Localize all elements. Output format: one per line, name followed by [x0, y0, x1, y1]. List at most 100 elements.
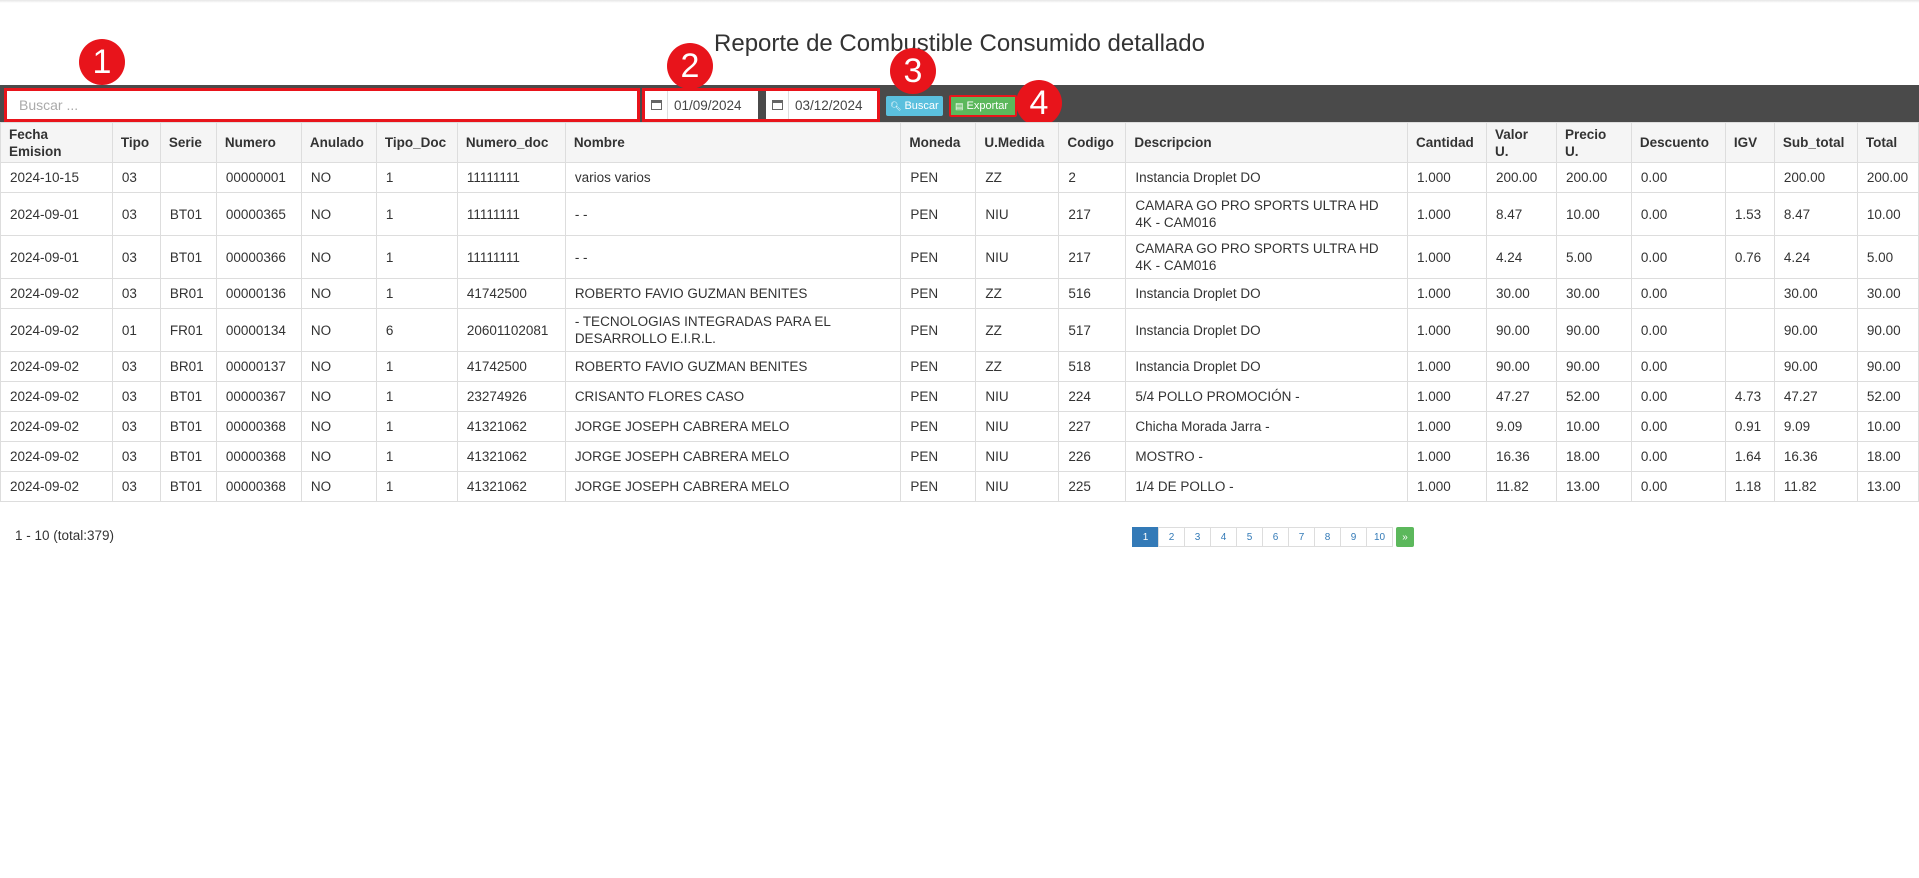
column-header-text: Anulado	[309, 135, 364, 150]
date-to-field[interactable]: 03/12/2024	[766, 91, 877, 119]
table-cell: PEN	[900, 192, 977, 236]
table-cell: PEN	[900, 308, 977, 352]
date-to-value: 03/12/2024	[795, 97, 863, 113]
table-row[interactable]: 2024-09-02 01 FR01 00000134 NO 6 20601102081- …	[0, 308, 1919, 352]
column-header-text: Emision	[9, 143, 62, 159]
table-cell: NO	[300, 441, 377, 472]
export-button[interactable]: ▤ Exportar	[949, 95, 1017, 117]
table-cell: 2024-09-02	[0, 308, 113, 352]
column-header-text: Cantidad	[1416, 135, 1474, 150]
column-header-text: Tipo	[120, 135, 150, 150]
page-link[interactable]: 9	[1340, 527, 1367, 547]
table-cell: NO	[300, 411, 377, 442]
calendar-icon	[645, 91, 668, 119]
table-row[interactable]: 2024-09-01 03 BT01 00000365 NO 1 11111111- - PE…	[0, 192, 1919, 236]
table-cell: 00000367	[215, 381, 302, 412]
table-cell: 47.27	[1773, 381, 1858, 412]
column-header-text: Numero_doc	[465, 135, 549, 150]
column-header-text: Precio	[1564, 126, 1607, 142]
table-cell: Instancia Droplet DO	[1125, 162, 1408, 193]
table-cell: 03	[111, 471, 161, 502]
table-cell: 00000137	[215, 351, 302, 382]
table-cell: 0.00	[1630, 162, 1726, 193]
table-cell: - -	[564, 235, 902, 279]
table-cell	[1724, 278, 1775, 309]
table-cell: 11111111	[456, 192, 566, 236]
column-header-text: Nombre	[573, 135, 625, 150]
table-cell: NO	[300, 162, 377, 193]
table-cell: 41321062	[456, 411, 566, 442]
table-row[interactable]: 2024-09-02 03 BR01 00000136 NO 1 41742500 ROBER…	[0, 278, 1919, 309]
table-cell: 03	[111, 441, 161, 472]
table-cell: 2024-09-02	[0, 351, 113, 382]
table-cell: BT01	[159, 235, 217, 279]
table-cell: NO	[300, 381, 377, 412]
table-row[interactable]: 2024-09-02 03 BT01 00000368 NO 1 41321062 JORGE…	[0, 471, 1919, 502]
filter-toolbar: 01/09/2024 03/12/2024 🔍︎ Buscar ▤ Export…	[0, 85, 1919, 122]
table-cell: 227	[1058, 411, 1127, 442]
table-row[interactable]: 2024-09-02 03 BT01 00000367 NO 1 23274926 CRISA…	[0, 381, 1919, 412]
table-cell: PEN	[900, 351, 977, 382]
table-cell: 1.18	[1724, 471, 1775, 502]
table-cell: BR01	[159, 278, 217, 309]
table-cell: 41742500	[456, 278, 566, 309]
page-link[interactable]: 3	[1184, 527, 1211, 547]
table-cell: 1.000	[1407, 192, 1487, 236]
table-cell: 16.36	[1485, 441, 1557, 472]
table-cell: 200.00	[1773, 162, 1858, 193]
page-link[interactable]: 7	[1288, 527, 1315, 547]
table-cell: 03	[111, 192, 161, 236]
table-cell: 516	[1058, 278, 1127, 309]
table-cell: 0.76	[1724, 235, 1775, 279]
column-header-text: Sub_total	[1782, 135, 1845, 150]
table-cell: PEN	[900, 278, 977, 309]
table-cell: 90.00	[1555, 351, 1632, 382]
table-cell: 1	[375, 441, 458, 472]
table-cell: BT01	[159, 471, 217, 502]
table-cell: NIU	[975, 381, 1060, 412]
column-header: Sub_total	[1773, 122, 1858, 163]
annotation-badge-1: 1	[79, 39, 125, 85]
top-shadow	[0, 0, 1919, 3]
date-from-field[interactable]: 01/09/2024	[645, 91, 758, 119]
column-header-text: U.	[1564, 143, 1579, 159]
table-row[interactable]: 2024-09-01 03 BT01 00000366 NO 1 11111111- - PE…	[0, 235, 1919, 279]
column-header: Valor U.	[1485, 122, 1557, 163]
search-button[interactable]: 🔍︎ Buscar	[886, 96, 943, 116]
table-cell: PEN	[900, 235, 977, 279]
page-link[interactable]: 6	[1262, 527, 1289, 547]
table-row[interactable]: 2024-09-02 03 BT01 00000368 NO 1 41321062 JORGE…	[0, 411, 1919, 442]
table-cell: varios varios	[564, 162, 902, 193]
page-link[interactable]: 1	[1132, 527, 1159, 547]
table-cell: 1/4 DE POLLO -	[1125, 471, 1408, 502]
page-link[interactable]: 10	[1366, 527, 1393, 547]
table-cell: 2024-10-15	[0, 162, 113, 193]
table-cell: PEN	[900, 441, 977, 472]
table-cell: 0.00	[1630, 278, 1726, 309]
table-cell: Instancia Droplet DO	[1125, 278, 1408, 309]
search-input[interactable]	[7, 91, 637, 119]
table-cell: 03	[111, 162, 161, 193]
table-cell: 2024-09-01	[0, 235, 113, 279]
annotation-badge-3: 3	[890, 48, 936, 94]
column-header-text: Fecha	[9, 126, 49, 142]
page-link[interactable]: 4	[1210, 527, 1237, 547]
table-cell: 5.00	[1856, 235, 1919, 279]
page-link[interactable]: 2	[1158, 527, 1185, 547]
column-header-text: U.Medida	[984, 135, 1045, 150]
column-header: Anulado	[300, 122, 377, 163]
page-link[interactable]: 8	[1314, 527, 1341, 547]
table-cell: 517	[1058, 308, 1127, 352]
column-header-text: Descuento	[1639, 135, 1709, 150]
table-cell: 00000368	[215, 471, 302, 502]
table-row[interactable]: 2024-10-15 03 00000001 NO 1 11111111 varios va…	[0, 162, 1919, 193]
table-cell: JORGE JOSEPH CABRERA MELO	[564, 471, 902, 502]
table-cell: 2024-09-02	[0, 411, 113, 442]
next-page-button[interactable]: »	[1396, 527, 1414, 547]
page-link[interactable]: 5	[1236, 527, 1263, 547]
table-cell	[1724, 162, 1775, 193]
table-cell: 2024-09-02	[0, 471, 113, 502]
table-cell: 11.82	[1485, 471, 1557, 502]
table-row[interactable]: 2024-09-02 03 BT01 00000368 NO 1 41321062 JORGE…	[0, 441, 1919, 472]
table-row[interactable]: 2024-09-02 03 BR01 00000137 NO 1 41742500 ROBER…	[0, 351, 1919, 382]
